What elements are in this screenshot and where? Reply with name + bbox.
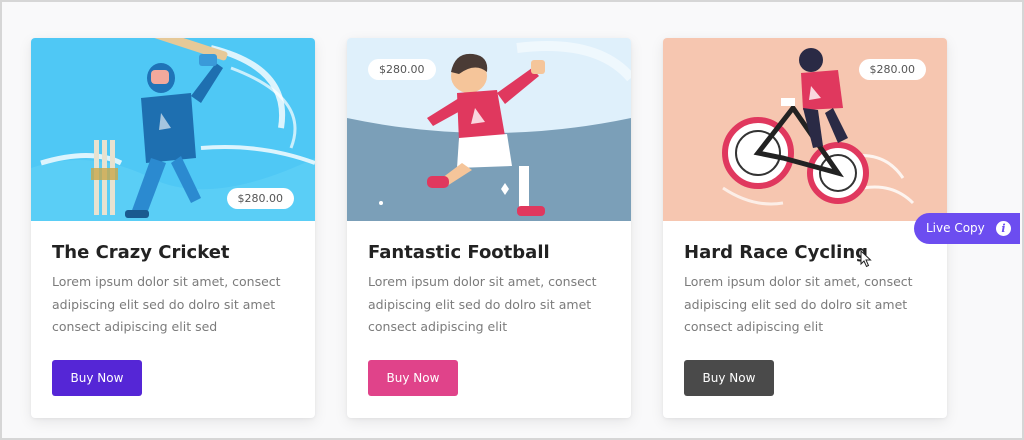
mouse-cursor-icon <box>860 250 872 268</box>
card-title: The Crazy Cricket <box>52 242 230 263</box>
product-card-cricket: $280.00 The Crazy Cricket Lorem ipsum do… <box>31 38 315 418</box>
info-icon: i <box>996 221 1011 236</box>
card-description: Lorem ipsum dolor sit amet, consect adip… <box>52 274 281 334</box>
page-frame: $280.00 The Crazy Cricket Lorem ipsum do… <box>0 0 1024 440</box>
card-title: Hard Race Cycling <box>684 242 869 263</box>
buy-now-button[interactable]: Buy Now <box>684 360 774 396</box>
card-description: Lorem ipsum dolor sit amet, consect adip… <box>684 274 913 334</box>
product-card-cycling: $280.00 Hard Race Cycling Lorem ipsum do… <box>663 38 947 418</box>
cyclist-illustration: $280.00 <box>663 38 947 221</box>
price-badge: $280.00 <box>368 59 436 80</box>
price-badge: $280.00 <box>858 59 926 80</box>
price-badge: $280.00 <box>226 188 294 209</box>
cricket-player-illustration: $280.00 <box>31 38 315 221</box>
buy-now-button[interactable]: Buy Now <box>52 360 142 396</box>
football-player-illustration: $280.00 <box>347 38 631 221</box>
live-copy-label: Live Copy <box>926 221 985 235</box>
live-copy-button[interactable]: Live Copy i <box>914 213 1020 244</box>
buy-now-button[interactable]: Buy Now <box>368 360 458 396</box>
card-title: Fantastic Football <box>368 242 550 263</box>
product-card-football: $280.00 Fantastic Football Lorem ipsum d… <box>347 38 631 418</box>
card-description: Lorem ipsum dolor sit amet, consect adip… <box>368 274 597 334</box>
